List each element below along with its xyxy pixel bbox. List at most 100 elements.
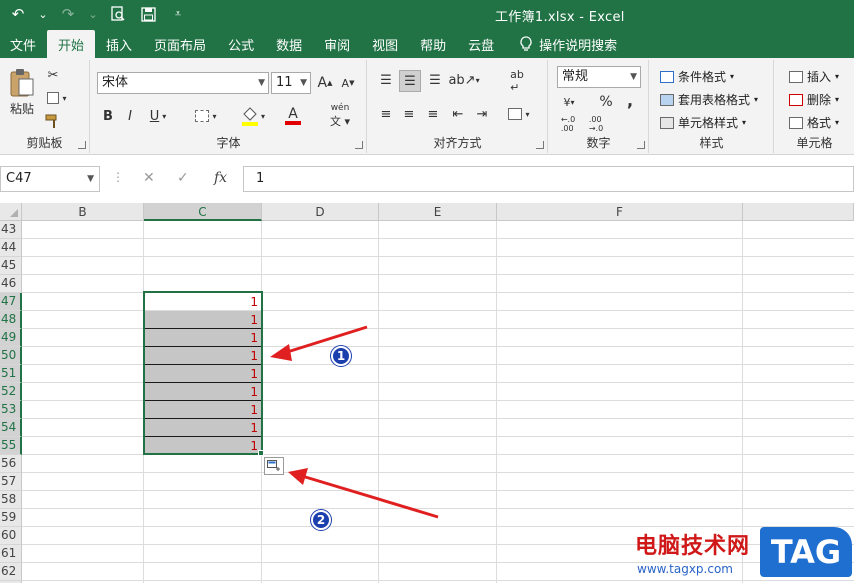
conditional-formatting-label: 条件格式 xyxy=(678,70,727,84)
font-name-select[interactable]: 宋体 ▼ xyxy=(97,72,269,94)
tab-page-layout[interactable]: 页面布局 xyxy=(143,30,217,58)
borders-button[interactable]: ▾ xyxy=(191,106,221,126)
wrap-text-icon[interactable]: ab ↵ xyxy=(506,68,528,94)
increase-indent-icon[interactable]: ⇥ xyxy=(472,104,492,124)
format-cells-button[interactable]: 格式 ▾ xyxy=(789,114,839,131)
watermark-url: www.tagxp.com xyxy=(637,562,733,576)
merge-center-icon[interactable]: ▾ xyxy=(504,104,534,124)
percent-button[interactable]: % xyxy=(597,92,615,112)
phonetic-guide-button[interactable]: wén 文 ▾ xyxy=(323,103,357,128)
bottom-align-icon[interactable]: ☰ xyxy=(425,70,445,90)
tab-data[interactable]: 数据 xyxy=(265,30,313,58)
name-box[interactable]: C47 ▼ xyxy=(0,166,100,192)
bold-button[interactable]: B xyxy=(99,106,117,126)
comma-button[interactable]: , xyxy=(623,90,637,110)
cells-group: 插入 ▾ 删除 ▾ 格式 ▾ 单元格 xyxy=(775,60,854,153)
top-align-icon[interactable]: ☰ xyxy=(376,70,396,90)
styles-group: 条件格式 ▾ 套用表格格式 ▾ 单元格样式 ▾ 样式 xyxy=(650,60,774,153)
formula-input-value: 1 xyxy=(256,171,265,186)
delete-cells-button[interactable]: 删除 ▾ xyxy=(789,91,839,108)
annotation-badge-1: 1 xyxy=(331,346,351,366)
quick-access-toolbar: ↶ ⌄ ↷ ⌄ ⩡ xyxy=(8,4,188,24)
align-right-icon[interactable]: ≡ xyxy=(423,104,443,124)
redo-icon[interactable]: ↷ xyxy=(58,4,78,24)
clipboard-launcher-icon[interactable] xyxy=(78,141,86,149)
delete-cells-label: 删除 xyxy=(807,93,832,107)
arrow-2-head xyxy=(288,468,308,485)
print-preview-icon[interactable] xyxy=(108,4,128,24)
number-format-select[interactable]: 常规 ▼ xyxy=(557,66,641,88)
paint-bucket-icon xyxy=(241,107,258,126)
increase-decimal-icon[interactable]: ←.0.00 xyxy=(555,114,581,134)
alignment-launcher-icon[interactable] xyxy=(536,141,544,149)
italic-button[interactable]: I xyxy=(121,106,139,126)
number-launcher-icon[interactable] xyxy=(637,141,645,149)
shrink-font-button[interactable]: A ▼ xyxy=(339,72,357,94)
cells-group-label: 单元格 xyxy=(796,136,833,150)
paste-label: 粘贴 xyxy=(9,101,34,116)
save-icon[interactable] xyxy=(138,4,158,24)
redo-dropdown-icon[interactable]: ⌄ xyxy=(88,4,98,24)
insert-cells-icon xyxy=(789,70,803,83)
watermark-logo: TAG xyxy=(760,527,852,577)
font-size-select[interactable]: 11 ▼ xyxy=(271,72,311,94)
align-left-icon[interactable]: ≡ xyxy=(376,104,396,124)
grow-font-button[interactable]: A ▲ xyxy=(316,72,334,94)
tab-view[interactable]: 视图 xyxy=(361,30,409,58)
arrow-1 xyxy=(283,325,368,355)
format-as-table-button[interactable]: 套用表格格式 ▾ xyxy=(660,91,758,108)
format-painter-icon[interactable] xyxy=(44,112,62,130)
font-size-value: 11 xyxy=(276,75,293,90)
tell-me-search[interactable]: 操作说明搜索 xyxy=(505,30,628,58)
customize-qat-icon[interactable]: ⩡ xyxy=(168,4,188,24)
name-box-value: C47 xyxy=(6,171,32,186)
currency-icon[interactable]: ¥ ▾ xyxy=(557,92,581,112)
formula-input[interactable]: 1 xyxy=(243,166,854,192)
ribbon: 粘贴 ✂ ▾ 剪贴板 宋体 ▼ 11 ▼ A ▲ A ▼ B I U ▾ ▾ ▾ A xyxy=(0,58,854,155)
format-cells-icon xyxy=(789,116,803,129)
copy-icon[interactable]: ▾ xyxy=(44,89,70,107)
tell-me-label: 操作说明搜索 xyxy=(539,38,618,54)
cancel-icon[interactable]: ✕ xyxy=(143,170,155,186)
decrease-indent-icon[interactable]: ⇤ xyxy=(448,104,468,124)
undo-dropdown-icon[interactable]: ⌄ xyxy=(38,4,48,24)
underline-glyph: U xyxy=(149,108,160,124)
tab-help[interactable]: 帮助 xyxy=(409,30,457,58)
font-color-glyph: A xyxy=(288,106,298,122)
underline-button[interactable]: U ▾ xyxy=(145,106,171,126)
font-launcher-icon[interactable] xyxy=(355,141,363,149)
conditional-formatting-button[interactable]: 条件格式 ▾ xyxy=(660,68,734,85)
arrow-1-head xyxy=(270,344,292,361)
worksheet-grid[interactable]: B C D E F 43 44 45 46 47 48 49 50 51 52 53 54 55 56 57… xyxy=(0,203,854,583)
tab-insert[interactable]: 插入 xyxy=(95,30,143,58)
fill-color-button[interactable]: ▾ xyxy=(237,104,269,128)
window-title: 工作簿1.xlsx - Excel xyxy=(495,10,625,25)
lightbulb-icon xyxy=(520,36,532,51)
paste-button[interactable]: 粘贴 xyxy=(6,64,38,120)
annotation-arrows xyxy=(270,325,439,519)
alignment-group-label: 对齐方式 xyxy=(433,136,482,150)
undo-icon[interactable]: ↶ xyxy=(8,4,28,24)
annotation-badge-2: 2 xyxy=(311,510,331,530)
styles-group-label: 样式 xyxy=(699,136,724,150)
tab-cloud[interactable]: 云盘 xyxy=(457,30,505,58)
decrease-decimal-icon[interactable]: .00 →.0 xyxy=(583,114,609,134)
enter-icon[interactable]: ✓ xyxy=(177,170,189,186)
orientation-icon[interactable]: ab↗ ▾ xyxy=(448,70,479,90)
center-icon[interactable]: ≡ xyxy=(399,104,419,124)
format-table-icon xyxy=(660,93,674,106)
insert-cells-button[interactable]: 插入 ▾ xyxy=(789,68,839,85)
font-color-button[interactable]: A xyxy=(277,104,309,128)
cut-icon[interactable]: ✂ xyxy=(44,66,62,84)
font-name-value: 宋体 xyxy=(102,75,129,90)
tab-home[interactable]: 开始 xyxy=(47,30,96,58)
tab-formulas[interactable]: 公式 xyxy=(217,30,265,58)
format-cells-label: 格式 xyxy=(807,116,832,130)
paste-icon xyxy=(10,68,34,96)
tab-file[interactable]: 文件 xyxy=(0,30,47,58)
middle-align-icon[interactable]: ☰ xyxy=(399,70,421,92)
insert-function-icon[interactable]: fx xyxy=(214,170,227,186)
format-as-table-label: 套用表格格式 xyxy=(678,93,751,107)
cell-styles-button[interactable]: 单元格样式 ▾ xyxy=(660,114,746,131)
tab-review[interactable]: 审阅 xyxy=(313,30,361,58)
